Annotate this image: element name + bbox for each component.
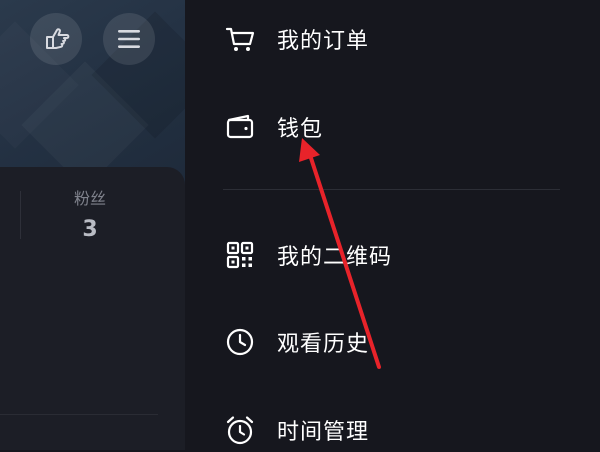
stats-card: 粉丝 3 — [0, 167, 185, 450]
alarm-clock-icon — [223, 413, 257, 447]
fans-label: 粉丝 — [73, 189, 106, 208]
menu-button[interactable] — [103, 13, 155, 65]
pointing-hand-button[interactable] — [30, 13, 82, 65]
drawer-item-time-management[interactable]: 时间管理 — [223, 408, 369, 452]
wallet-icon — [223, 110, 257, 144]
drawer-item-wallet[interactable]: 钱包 — [223, 105, 323, 149]
profile-page: 粉丝 3 — [0, 0, 185, 450]
drawer-item-label: 我的二维码 — [277, 245, 393, 270]
stats-divider — [20, 191, 21, 239]
drawer-item-label: 观看历史 — [277, 332, 370, 357]
pointing-hand-icon — [46, 28, 70, 49]
side-drawer: 我的订单 钱包 我的二维码 观看历史 时间管理 — [185, 0, 600, 450]
cart-icon — [223, 22, 257, 56]
drawer-item-label: 钱包 — [277, 117, 324, 142]
drawer-divider — [223, 189, 560, 190]
drawer-item-label: 时间管理 — [277, 420, 370, 445]
drawer-item-history[interactable]: 观看历史 — [223, 320, 369, 364]
qrcode-icon — [223, 238, 257, 272]
card-separator — [0, 414, 158, 415]
drawer-item-qrcode[interactable]: 我的二维码 — [223, 233, 392, 277]
profile-banner — [0, 0, 185, 190]
fans-count[interactable]: 3 — [40, 217, 140, 242]
drawer-item-orders[interactable]: 我的订单 — [223, 17, 369, 61]
hamburger-menu-icon — [118, 30, 140, 48]
drawer-item-label: 我的订单 — [277, 29, 370, 54]
clock-icon — [223, 325, 257, 359]
